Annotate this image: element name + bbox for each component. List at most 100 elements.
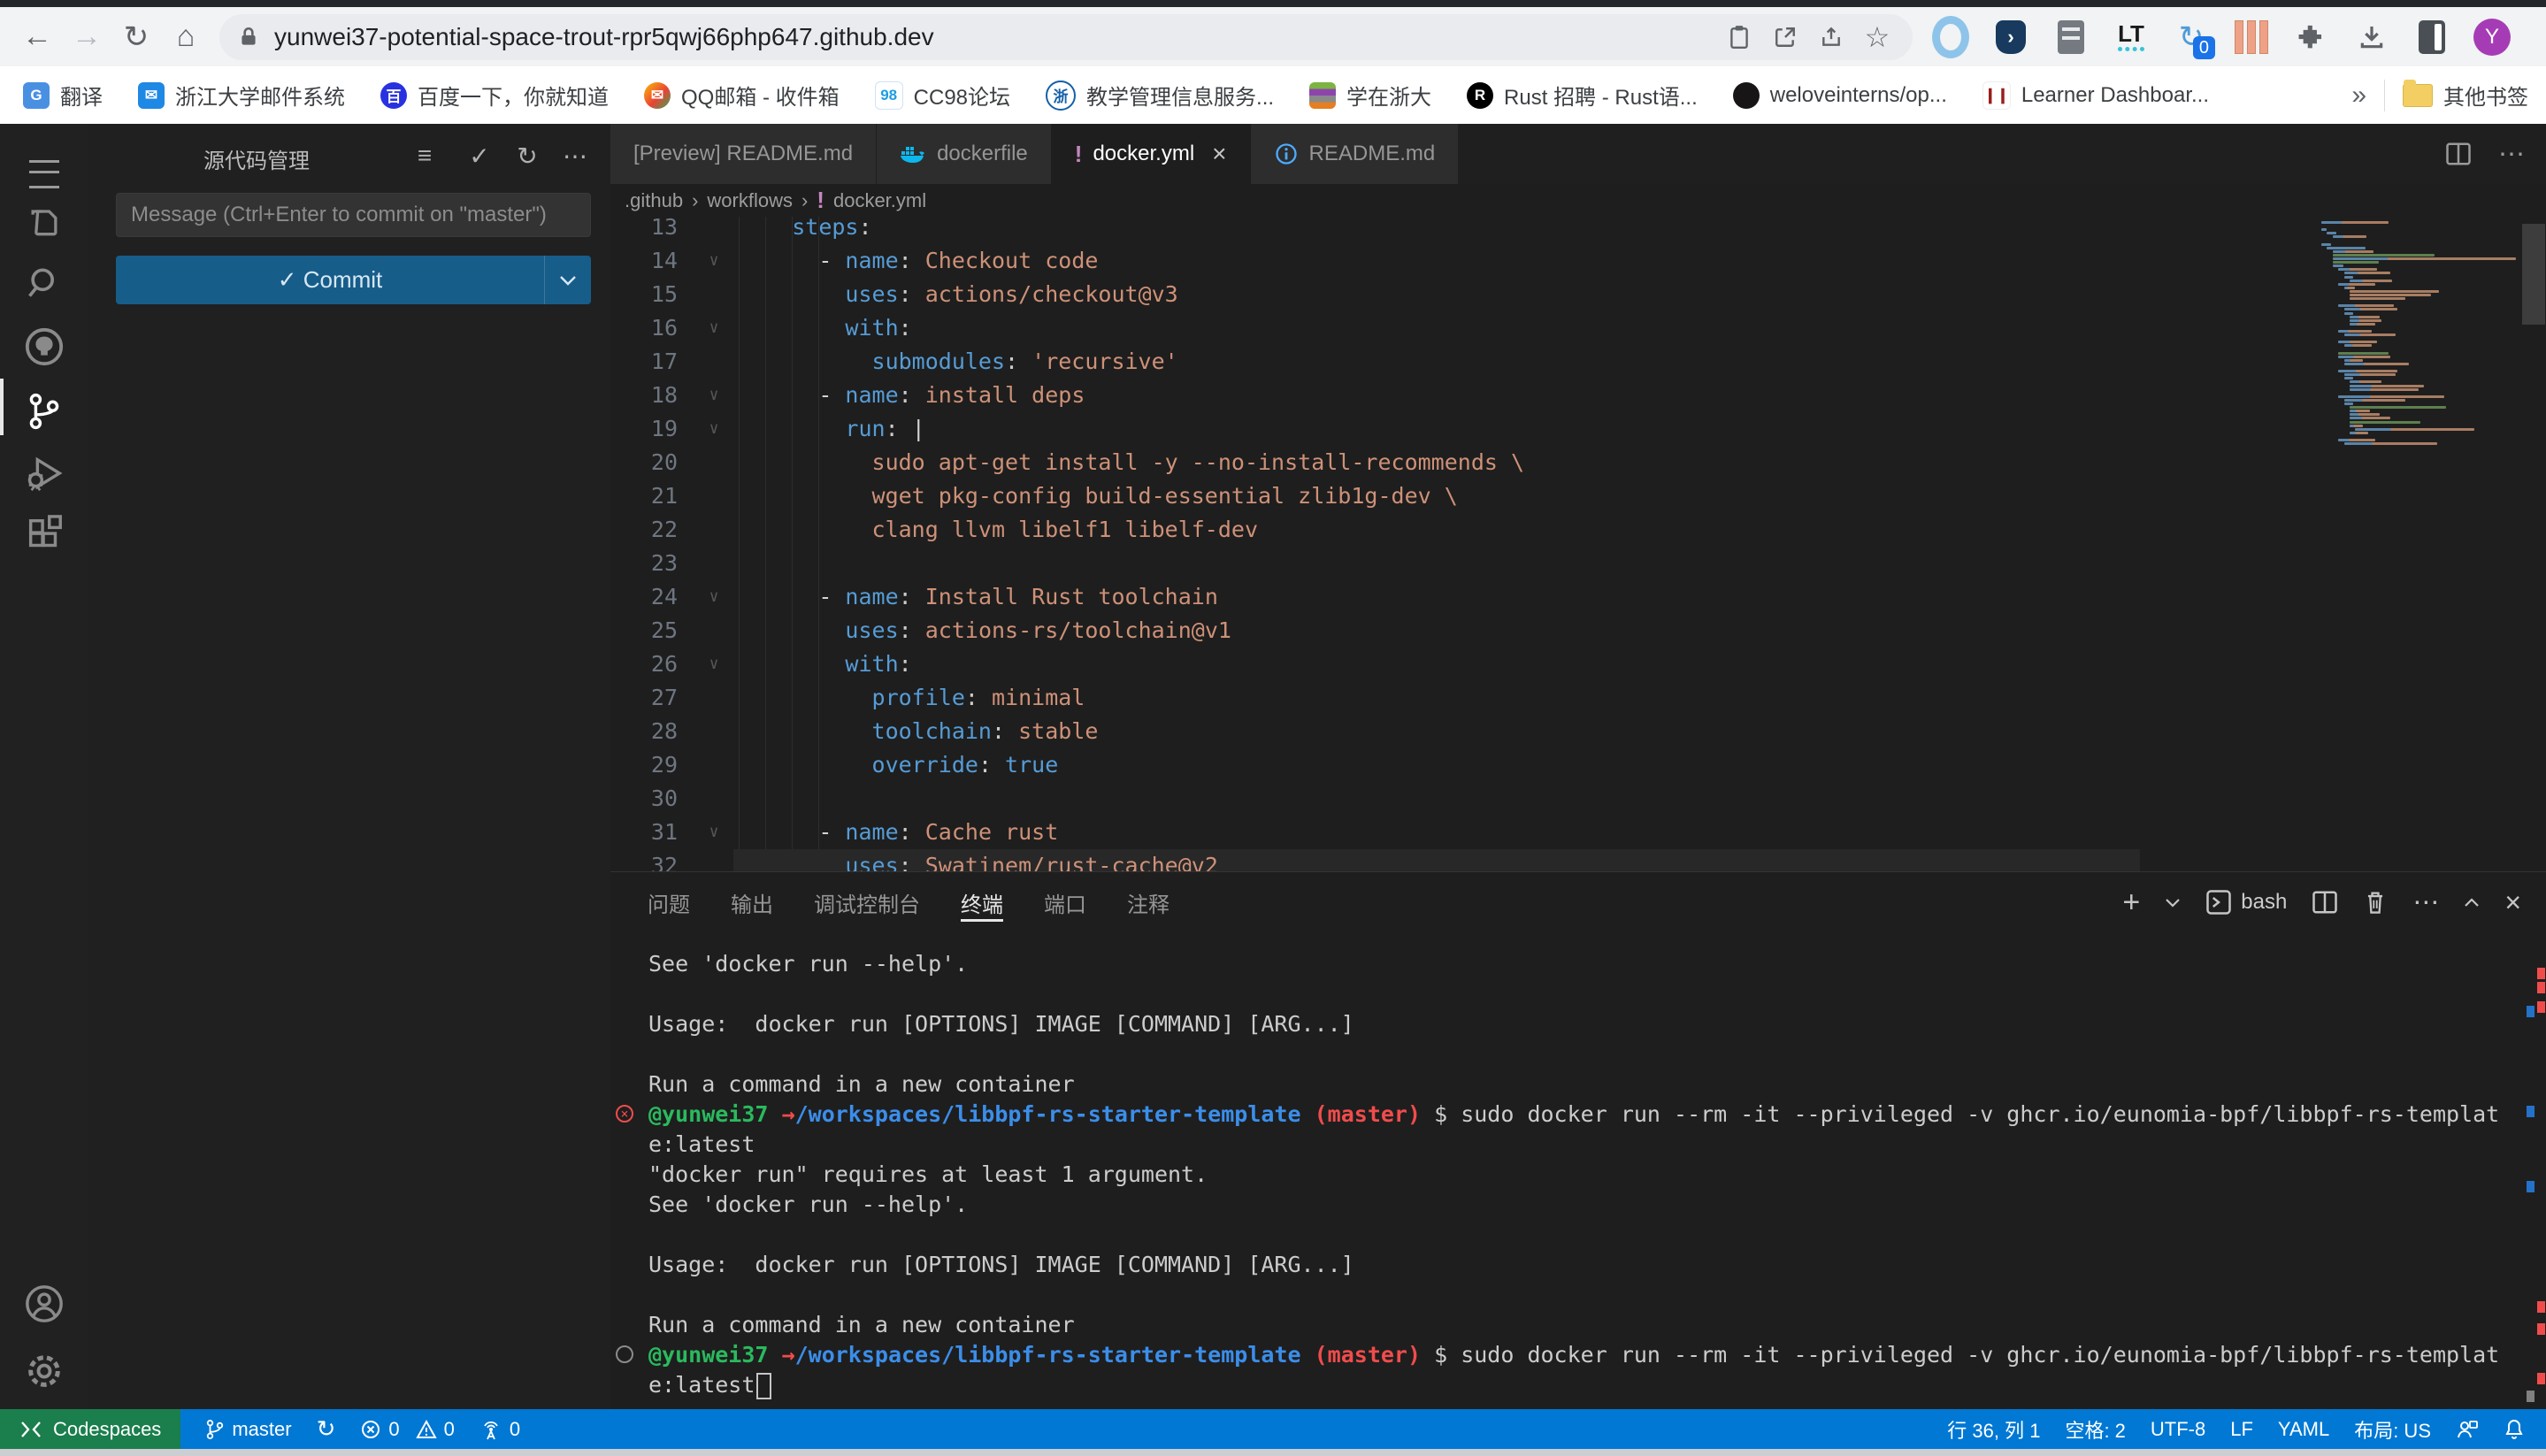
- editor-more-actions-icon[interactable]: ⋯: [2498, 139, 2525, 170]
- share-icon[interactable]: [1808, 14, 1854, 60]
- extension-circle-icon[interactable]: [1932, 19, 1969, 56]
- account-icon[interactable]: [0, 1276, 88, 1332]
- extensions-icon[interactable]: [0, 507, 88, 563]
- split-editor-icon[interactable]: [2445, 141, 2472, 167]
- search-icon[interactable]: [0, 255, 88, 311]
- more-actions-icon[interactable]: ⋯: [556, 140, 594, 172]
- bookmark-item[interactable]: 浙教学管理信息服务...: [1046, 80, 1274, 111]
- language-mode[interactable]: YAML: [2278, 1418, 2329, 1441]
- home-button[interactable]: ⌂: [161, 12, 211, 62]
- bullets-extension-icon[interactable]: [2233, 19, 2270, 56]
- panel-tab-注释[interactable]: 注释: [1127, 872, 1169, 932]
- run-debug-icon[interactable]: [0, 445, 88, 502]
- sync-extension-icon[interactable]: ↻0: [2173, 19, 2210, 56]
- kill-terminal-icon[interactable]: [2363, 889, 2388, 916]
- tab-dockerfile[interactable]: dockerfile: [877, 124, 1052, 184]
- sync-indicator[interactable]: ↻: [317, 1415, 336, 1443]
- bookmark-item[interactable]: ✉QQ邮箱 - 收件箱: [644, 80, 840, 111]
- eol-setting[interactable]: LF: [2230, 1418, 2253, 1441]
- fold-chevron-icon[interactable]: ∨: [699, 412, 729, 446]
- commit-button[interactable]: ✓ Commit: [116, 256, 591, 304]
- other-bookmarks-button[interactable]: 其他书签: [2403, 80, 2528, 111]
- browser-menu-icon[interactable]: ⋮: [2534, 19, 2546, 56]
- status-bar: Codespaces master ↻ 0 0 0 行 36, 列 1 空格: …: [0, 1409, 2546, 1449]
- line-number: 30: [610, 782, 678, 816]
- tab-docker-yml[interactable]: !docker.yml×: [1052, 124, 1251, 184]
- baidu-favicon-icon: 百: [380, 82, 407, 109]
- problems-indicator[interactable]: 0 0: [360, 1418, 455, 1441]
- terminal-dropdown-icon[interactable]: [2165, 898, 2181, 908]
- refresh-icon[interactable]: ↻: [508, 140, 547, 172]
- extension-notes-icon[interactable]: [2052, 19, 2090, 56]
- maximize-panel-icon[interactable]: [2464, 898, 2480, 908]
- keyboard-layout[interactable]: 布局: US: [2354, 1415, 2431, 1444]
- panel-tab-输出[interactable]: 输出: [731, 872, 773, 932]
- side-panel-icon[interactable]: [2413, 19, 2450, 56]
- bookmark-item[interactable]: ✉浙江大学邮件系统: [138, 80, 345, 111]
- breadcrumb-item[interactable]: .github: [625, 189, 683, 212]
- fold-chevron-icon[interactable]: ∨: [699, 311, 729, 345]
- branch-indicator[interactable]: master: [205, 1418, 291, 1441]
- bookmarks-overflow-icon[interactable]: »: [2351, 80, 2366, 111]
- explorer-icon[interactable]: [0, 193, 88, 249]
- tab--preview-readme-md[interactable]: [Preview] README.md: [610, 124, 877, 184]
- bookmark-item[interactable]: G翻译: [23, 80, 103, 111]
- minimap[interactable]: [2316, 221, 2521, 449]
- downloads-icon[interactable]: [2353, 19, 2390, 56]
- github-icon[interactable]: [0, 318, 88, 375]
- extension-shield-icon[interactable]: ›: [1992, 19, 2029, 56]
- forward-button[interactable]: →: [62, 12, 111, 62]
- shell-label[interactable]: bash: [2241, 890, 2287, 915]
- notifications-bell-icon[interactable]: [2504, 1418, 2525, 1441]
- bookmark-item[interactable]: weloveinterns/op...: [1733, 82, 1947, 109]
- address-bar[interactable]: yunwei37-potential-space-trout-rpr5qwj66…: [219, 14, 1913, 60]
- bookmark-item[interactable]: 百百度一下，你就知道: [380, 80, 609, 111]
- open-in-new-icon[interactable]: [1762, 14, 1808, 60]
- tab-readme-md[interactable]: README.md: [1251, 124, 1460, 184]
- new-terminal-icon[interactable]: +: [2122, 885, 2140, 920]
- editor-scrollbar[interactable]: [2522, 224, 2545, 325]
- minimap-line: [2338, 268, 2377, 271]
- encoding-setting[interactable]: UTF-8: [2151, 1418, 2205, 1441]
- bookmark-item[interactable]: 学在浙大: [1309, 80, 1431, 111]
- fold-chevron-icon[interactable]: ∨: [699, 816, 729, 849]
- bookmark-item[interactable]: ❙❙Learner Dashboar...: [1982, 81, 2209, 110]
- cursor-position[interactable]: 行 36, 列 1: [1947, 1415, 2040, 1444]
- panel-tab-调试控制台[interactable]: 调试控制台: [814, 872, 920, 932]
- panel-tab-问题[interactable]: 问题: [648, 872, 690, 932]
- view-as-list-icon[interactable]: ≡: [405, 140, 444, 172]
- close-tab-icon[interactable]: ×: [1212, 140, 1226, 168]
- bookmark-item[interactable]: 98CC98论坛: [875, 80, 1010, 111]
- source-control-icon[interactable]: [0, 383, 88, 440]
- fold-chevron-icon[interactable]: ∨: [699, 244, 729, 278]
- minimap-line: [2321, 228, 2327, 231]
- feedback-icon[interactable]: [2456, 1419, 2479, 1440]
- indent-setting[interactable]: 空格: 2: [2065, 1415, 2125, 1444]
- extensions-puzzle-icon[interactable]: [2293, 19, 2330, 56]
- panel-tab-端口[interactable]: 端口: [1044, 872, 1086, 932]
- close-panel-icon[interactable]: ×: [2504, 886, 2521, 919]
- fold-chevron-icon[interactable]: ∨: [699, 379, 729, 412]
- commit-message-input[interactable]: [116, 193, 591, 237]
- panel-tab-终端[interactable]: 终端: [961, 872, 1003, 932]
- save-page-icon[interactable]: [1716, 14, 1762, 60]
- settings-gear-icon[interactable]: [0, 1343, 88, 1399]
- reload-button[interactable]: ↻: [111, 12, 161, 62]
- profile-avatar[interactable]: Y: [2473, 19, 2511, 56]
- breadcrumb-item[interactable]: docker.yml: [833, 189, 926, 212]
- fold-chevron-icon[interactable]: ∨: [699, 580, 729, 614]
- bookmark-star-icon[interactable]: ☆: [1854, 14, 1900, 60]
- commit-dropdown-button[interactable]: [544, 256, 591, 304]
- back-button[interactable]: ←: [12, 12, 62, 62]
- remote-indicator[interactable]: Codespaces: [0, 1409, 180, 1449]
- ports-indicator[interactable]: 0: [479, 1418, 520, 1441]
- fold-chevron-icon[interactable]: ∨: [699, 648, 729, 681]
- bookmark-item[interactable]: RRust 招聘 - Rust语...: [1467, 80, 1698, 111]
- panel-more-actions-icon[interactable]: ⋯: [2412, 887, 2439, 918]
- breadcrumb-item[interactable]: workflows: [707, 189, 793, 212]
- terminal[interactable]: See 'docker run --help'.Usage: docker ru…: [610, 947, 2546, 1410]
- code-editor[interactable]: 13 steps:14∨ - name: Checkout code15 use…: [610, 217, 2546, 871]
- languagetool-icon[interactable]: LT: [2113, 19, 2150, 56]
- split-terminal-icon[interactable]: [2312, 889, 2338, 916]
- commit-check-icon[interactable]: ✓: [460, 140, 499, 172]
